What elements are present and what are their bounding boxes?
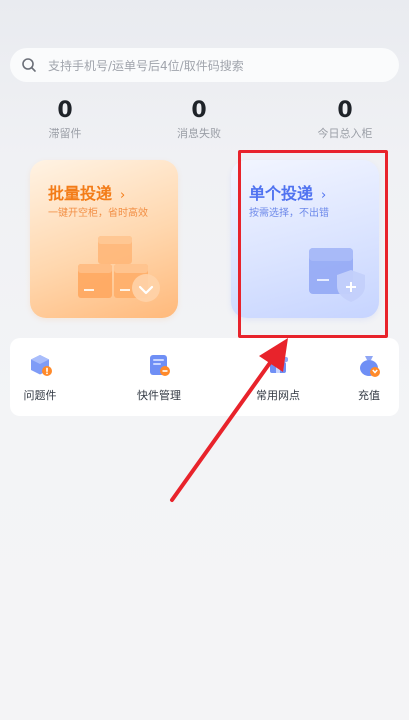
stat-message-failed[interactable]: 0 消息失败 <box>154 98 244 141</box>
quick-actions-panel: 问题件 快件管理 常用网点 充值 <box>10 338 399 416</box>
quick-action-label: 常用网点 <box>256 389 300 402</box>
stat-value: 0 <box>57 98 73 123</box>
common-outlet-icon <box>268 357 288 373</box>
quick-action-package-management[interactable]: 快件管理 <box>119 352 199 403</box>
search-bar[interactable]: 支持手机号/运单号后4位/取件码搜索 <box>10 48 399 82</box>
quick-action-label: 问题件 <box>23 389 57 402</box>
search-placeholder: 支持手机号/运单号后4位/取件码搜索 <box>48 58 244 73</box>
batch-delivery-card[interactable]: 批量投递 › 一键开空柜，省时高效 <box>30 160 178 318</box>
quick-action-label: 快件管理 <box>137 389 181 402</box>
quick-action-label: 充值 <box>358 389 380 402</box>
quick-action-common-outlet[interactable]: 常用网点 <box>238 352 318 403</box>
problem-package-icon <box>31 355 52 376</box>
stacked-boxes-icon <box>78 236 160 302</box>
recharge-icon <box>360 356 380 377</box>
stat-stranded[interactable]: 0 滞留件 <box>20 98 110 141</box>
chevron-right-icon: › <box>120 188 126 203</box>
search-icon <box>21 57 37 73</box>
stat-label: 今日总入柜 <box>317 127 373 140</box>
batch-delivery-title-text: 批量投递 <box>48 184 113 203</box>
quick-action-problem-package[interactable]: 问题件 <box>0 352 80 403</box>
stat-value: 0 <box>191 98 207 123</box>
stat-label: 滞留件 <box>48 127 82 140</box>
batch-delivery-subtitle: 一键开空柜，省时高效 <box>48 208 148 219</box>
package-management-icon <box>150 355 170 376</box>
batch-delivery-title: 批量投递 › <box>48 180 125 204</box>
stat-today-deposited[interactable]: 0 今日总入柜 <box>300 98 390 141</box>
stat-label: 消息失败 <box>177 127 221 140</box>
highlight-box <box>238 150 388 338</box>
quick-action-recharge[interactable]: 充值 <box>329 352 409 403</box>
stat-value: 0 <box>337 98 353 123</box>
